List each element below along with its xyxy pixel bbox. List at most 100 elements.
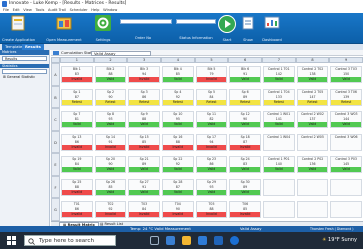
- matrix-cell[interactable]: [263, 201, 295, 218]
- matrix-cell[interactable]: Sp 15 85 Invalid: [128, 133, 160, 151]
- menu-window[interactable]: Window: [103, 8, 117, 12]
- matrix-cell[interactable]: Control 2 W05: [296, 133, 329, 151]
- matrix-cell[interactable]: Sp 5 84 Retest: [195, 88, 228, 106]
- matrix-cell[interactable]: T04 90 Invalid: [162, 201, 194, 218]
- matrix-cell[interactable]: Sp 10 95 Valid: [162, 111, 194, 128]
- file-explorer-icon[interactable]: [182, 236, 191, 245]
- matrix-cell[interactable]: Blk 2 88 Valid: [94, 66, 127, 83]
- matrix-cell[interactable]: Sp 9 88 Valid: [128, 111, 160, 128]
- matrix-cell[interactable]: Blk 5 79 Invalid: [195, 66, 228, 83]
- matrix-cell[interactable]: Sp 8 93 Valid: [94, 111, 127, 128]
- task-view-icon[interactable]: [150, 236, 159, 245]
- order-combo[interactable]: [120, 19, 172, 24]
- row-header[interactable]: E: [51, 153, 60, 176]
- matrix-cell[interactable]: Control 3 P03 145 Valid: [330, 156, 362, 173]
- column-header[interactable]: 4: [161, 57, 195, 63]
- matrix-cell[interactable]: T05 88 Invalid: [195, 201, 228, 218]
- matrix-cell[interactable]: Blk 4 85 Valid: [162, 66, 194, 83]
- matrix-cell[interactable]: Control 3 W03 144 Valid: [330, 111, 362, 128]
- weather-widget[interactable]: ☀ 19°F Sunny: [322, 235, 357, 245]
- matrix-cell[interactable]: Sp 30 89 Valid: [229, 178, 261, 196]
- store-icon[interactable]: [198, 236, 207, 245]
- matrix-cell[interactable]: T03 84 Invalid: [128, 201, 160, 218]
- menu-edit[interactable]: Edit: [13, 8, 20, 12]
- matrix-cell[interactable]: Control 1 P01 140 Valid: [263, 156, 295, 173]
- matrix-cell[interactable]: Sp 13 86 Invalid: [61, 133, 93, 151]
- dashboard-button[interactable]: Dashboard: [260, 15, 284, 42]
- matrix-cell[interactable]: Control 1 T01 142 Valid: [263, 66, 295, 83]
- matrix-cell[interactable]: Sp 25 88 Invalid: [61, 178, 93, 196]
- matrix-cell[interactable]: Sp 19 84 Valid: [61, 156, 93, 173]
- matrix-cell[interactable]: Control 3 T03 150 Valid: [330, 66, 362, 83]
- row-header[interactable]: F: [51, 175, 60, 198]
- row-header[interactable]: B: [51, 85, 60, 108]
- matrix-cell[interactable]: Sp 3 86 Retest: [128, 88, 160, 106]
- tree-item-general-statistic[interactable]: ⊞ General Statistic: [0, 75, 49, 80]
- matrix-cell[interactable]: Blk 1 83 Invalid: [61, 66, 93, 83]
- open-measurement-button[interactable]: Open Measurement: [46, 15, 82, 42]
- menu-help[interactable]: Help: [91, 8, 99, 12]
- innovate-app-icon[interactable]: [230, 236, 239, 245]
- matrix-cell[interactable]: [296, 178, 329, 196]
- create-application-button[interactable]: Create Application: [2, 15, 35, 42]
- matrix-cell[interactable]: Sp 24 83 Valid: [229, 156, 261, 173]
- matrix-cell[interactable]: Sp 26 85 Valid: [94, 178, 127, 196]
- statistics-select[interactable]: [2, 69, 47, 74]
- matrices-select[interactable]: Results: [2, 55, 47, 61]
- row-header[interactable]: C: [51, 108, 60, 131]
- matrix-cell[interactable]: Sp 18 87 Invalid: [229, 133, 261, 151]
- matrix-cell[interactable]: [330, 178, 362, 196]
- matrix-cell[interactable]: T06 85 Invalid: [229, 201, 261, 218]
- matrix-cell[interactable]: Sp 29 93 Valid: [195, 178, 228, 196]
- matrix-cell[interactable]: Control 1 W01 141 Valid: [263, 111, 295, 128]
- matrix-cell[interactable]: Sp 6 89 Retest: [229, 88, 261, 106]
- column-header[interactable]: 6: [228, 57, 262, 63]
- column-header[interactable]: 8: [295, 57, 330, 63]
- settings-button[interactable]: Settings: [92, 15, 114, 42]
- matrix-cell[interactable]: Sp 2 90 Retest: [94, 88, 127, 106]
- matrix-cell[interactable]: Sp 14 91 Invalid: [94, 133, 127, 151]
- matrix-cell[interactable]: Sp 16 88 Invalid: [162, 133, 194, 151]
- matrix-cell[interactable]: Sp 20 90 Valid: [94, 156, 127, 173]
- matrix-cell[interactable]: [330, 201, 362, 218]
- matrix-cell[interactable]: Control 3 W06: [330, 133, 362, 151]
- matrix-cell[interactable]: T02 92 Invalid: [94, 201, 127, 218]
- show-button[interactable]: Show: [240, 15, 256, 42]
- matrix-cell[interactable]: Sp 28 87 Valid: [162, 178, 194, 196]
- column-header[interactable]: 7: [262, 57, 296, 63]
- menu-file[interactable]: File: [3, 8, 9, 12]
- mail-icon[interactable]: [214, 236, 223, 245]
- cumulation-status-value[interactable]: Valid Assay: [91, 50, 151, 56]
- matrix-cell[interactable]: Sp 12 90 Valid: [229, 111, 261, 128]
- matrix-cell[interactable]: Sp 21 89 Valid: [128, 156, 160, 173]
- column-header[interactable]: 9: [329, 57, 363, 63]
- matrix-cell[interactable]: Control 2 W02 137 Valid: [296, 111, 329, 128]
- matrix-cell[interactable]: Sp 22 92 Valid: [162, 156, 194, 173]
- column-header[interactable]: 2: [93, 57, 128, 63]
- matrix-cell[interactable]: Blk 3 94 Invalid: [128, 66, 160, 83]
- menu-scheduler[interactable]: Scheduler: [70, 8, 88, 12]
- matrix-cell[interactable]: Sp 11 82 Valid: [195, 111, 228, 128]
- matrix-cell[interactable]: T01 86 Invalid: [61, 201, 93, 218]
- row-header[interactable]: G: [51, 198, 60, 221]
- matrix-cell[interactable]: Control 1 W04: [263, 133, 295, 151]
- menu-view[interactable]: View: [23, 8, 32, 12]
- column-header[interactable]: 1: [60, 57, 94, 63]
- row-header[interactable]: D: [51, 130, 60, 153]
- windows-start-icon[interactable]: [7, 236, 16, 245]
- column-header[interactable]: 5: [194, 57, 229, 63]
- matrix-cell[interactable]: Sp 17 94 Invalid: [195, 133, 228, 151]
- matrix-cell[interactable]: [263, 178, 295, 196]
- taskbar-search-input[interactable]: Type here to search: [24, 235, 116, 246]
- status-combo[interactable]: [176, 19, 216, 24]
- column-header[interactable]: 3: [127, 57, 161, 63]
- matrix-cell[interactable]: Sp 4 92 Retest: [162, 88, 194, 106]
- matrix-cell[interactable]: Sp 1 87 Retest: [61, 88, 93, 106]
- matrix-cell[interactable]: Control 2 T02 138 Valid: [296, 66, 329, 83]
- matrix-cell[interactable]: Sp 7 81 Valid: [61, 111, 93, 128]
- menu-tools[interactable]: Tools: [35, 8, 44, 12]
- start-button[interactable]: Start: [218, 15, 236, 42]
- menu-audit[interactable]: Audit Trail: [48, 8, 66, 12]
- matrix-cell[interactable]: Control 2 P02 136 Valid: [296, 156, 329, 173]
- matrix-cell[interactable]: Sp 23 86 Valid: [195, 156, 228, 173]
